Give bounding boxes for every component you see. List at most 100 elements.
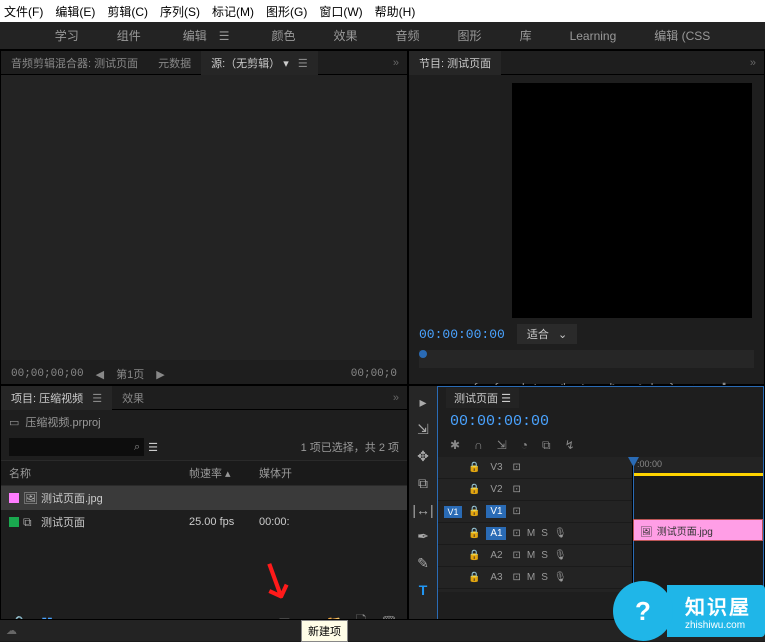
eye-icon[interactable]: ⊡ xyxy=(512,572,520,583)
track-v2[interactable]: 🔒V2⊡ xyxy=(438,479,632,501)
mic-icon[interactable]: 🎙 xyxy=(554,572,567,583)
lock-icon[interactable]: 🔒 xyxy=(468,484,480,495)
track-a2[interactable]: 🔒A2⊡MS🎙 xyxy=(438,545,632,567)
solo-button[interactable]: S xyxy=(541,572,548,583)
col-fps[interactable]: 帧速率 ▴ xyxy=(189,465,259,481)
menu-icon[interactable]: ☰ xyxy=(298,58,308,70)
source-dropdown-icon[interactable]: ▾ xyxy=(283,58,289,70)
selection-tool-icon[interactable]: ▸ xyxy=(419,394,426,411)
eye-icon[interactable]: ⊡ xyxy=(512,506,520,517)
zoom-fit[interactable]: 适合 ⌄ xyxy=(517,324,577,344)
page-next-icon[interactable]: ▶ xyxy=(156,368,164,381)
track-headers: 🔒V3⊡ 🔒V2⊡ V1🔒V1⊡ 🔒A1⊡MS🎙 🔒A2⊡MS🎙 🔒A3⊡MS🎙 xyxy=(438,457,633,592)
tab-project[interactable]: 项目: 压缩视频 ☰ xyxy=(1,386,112,410)
tab-source[interactable]: 源:（无剪辑） ▾ ☰ xyxy=(201,51,318,75)
ws-learn[interactable]: 学习 xyxy=(51,27,83,44)
track-v3[interactable]: 🔒V3⊡ xyxy=(438,457,632,479)
track-select-tool-icon[interactable]: ⇲ xyxy=(417,421,429,438)
mute-button[interactable]: M xyxy=(527,528,535,539)
playhead-icon[interactable] xyxy=(419,350,427,358)
page-prev-icon[interactable]: ◀ xyxy=(96,368,104,381)
table-row[interactable]: 🖼 测试页面.jpg xyxy=(1,486,407,510)
wrench-icon[interactable]: ↯ xyxy=(565,438,575,453)
razor-tool-icon[interactable]: ⧉ xyxy=(418,475,428,492)
ws-libraries[interactable]: 库 xyxy=(516,27,536,44)
track-a1[interactable]: 🔒A1⊡MS🎙 xyxy=(438,523,632,545)
work-area-bar[interactable] xyxy=(633,473,763,476)
lock-icon[interactable]: 🔒 xyxy=(468,550,480,561)
menu-graphics[interactable]: 图形(G) xyxy=(266,3,307,20)
col-media[interactable]: 媒体开 xyxy=(259,465,399,481)
ripple-tool-icon[interactable]: ✥ xyxy=(417,448,429,465)
tab-effects[interactable]: 效果 xyxy=(112,386,154,410)
filter-icon[interactable]: ☰ xyxy=(148,441,158,454)
snap-icon[interactable]: ✱ xyxy=(450,438,460,453)
menu-window[interactable]: 窗口(W) xyxy=(319,3,362,20)
menu-edit[interactable]: 编辑(E) xyxy=(55,3,95,20)
source-tc-in[interactable]: 00;00;00;00 xyxy=(11,368,84,380)
menu-marker[interactable]: 标记(M) xyxy=(212,3,254,20)
menu-icon[interactable]: ☰ xyxy=(501,393,511,405)
panel-overflow-icon[interactable]: » xyxy=(385,57,407,69)
watermark-url: zhishiwu.com xyxy=(685,620,751,631)
track-v1[interactable]: V1🔒V1⊡ xyxy=(438,501,632,523)
col-name[interactable]: 名称 xyxy=(9,465,189,481)
project-file: 压缩视频.prproj xyxy=(25,414,100,430)
eye-icon[interactable]: ⊡ xyxy=(512,462,520,473)
insert-remove-icon[interactable]: ⧉ xyxy=(542,438,551,453)
tab-metadata[interactable]: 元数据 xyxy=(148,51,201,75)
mute-button[interactable]: M xyxy=(527,572,535,583)
menu-help[interactable]: 帮助(H) xyxy=(375,3,416,20)
program-tc[interactable]: 00:00:00:00 xyxy=(419,327,505,342)
eye-icon[interactable]: ⊡ xyxy=(512,550,520,561)
clip-item[interactable]: 🖼测试页面.jpg xyxy=(633,519,763,541)
hand-tool-icon[interactable]: ✎ xyxy=(417,555,429,572)
mute-button[interactable]: M xyxy=(527,550,535,561)
slip-tool-icon[interactable]: |↔| xyxy=(412,502,433,518)
ws-audio[interactable]: 音频 xyxy=(392,27,424,44)
search-icon[interactable]: ⌕ xyxy=(134,441,140,454)
menu-icon[interactable]: ☰ xyxy=(92,393,102,405)
tab-program[interactable]: 节目: 测试页面 xyxy=(409,51,501,75)
table-row[interactable]: ⧉ 测试页面 25.00 fps 00:00: xyxy=(1,510,407,534)
watermark: ? 知识屋 zhishiwu.com xyxy=(613,581,765,641)
panel-overflow-icon[interactable]: » xyxy=(742,57,764,69)
source-patch[interactable]: V1 xyxy=(444,506,462,518)
ws-editing-css[interactable]: 编辑 (CSS xyxy=(650,27,714,44)
type-tool-icon[interactable]: T xyxy=(419,582,428,598)
mic-icon[interactable]: 🎙 xyxy=(554,550,567,561)
cloud-icon: ☁ xyxy=(6,624,17,637)
track-a3[interactable]: 🔒A3⊡MS🎙 xyxy=(438,567,632,589)
lock-icon[interactable]: 🔒 xyxy=(468,462,480,473)
search-input[interactable] xyxy=(9,438,144,456)
ws-color[interactable]: 颜色 xyxy=(268,27,300,44)
pen-tool-icon[interactable]: ✒ xyxy=(417,528,429,545)
add-marker-icon[interactable]: ⇲ xyxy=(497,438,507,453)
sequence-tab[interactable]: 测试页面 ☰ xyxy=(446,388,519,408)
panel-overflow-icon[interactable]: » xyxy=(385,392,407,404)
lock-icon[interactable]: 🔒 xyxy=(468,572,480,583)
solo-button[interactable]: S xyxy=(541,528,548,539)
program-viewer[interactable] xyxy=(512,83,752,318)
eye-icon[interactable]: ⊡ xyxy=(512,528,520,539)
lock-icon[interactable]: 🔒 xyxy=(468,506,480,517)
mic-icon[interactable]: 🎙 xyxy=(554,528,567,539)
timeline-tracks[interactable]: :00:00 🖼测试页面.jpg xyxy=(633,457,763,592)
ws-effects[interactable]: 效果 xyxy=(330,27,362,44)
ws-graphics[interactable]: 图形 xyxy=(454,27,486,44)
ws-editing[interactable]: 编辑☰ xyxy=(175,27,238,44)
timeline-ruler[interactable]: :00:00 xyxy=(633,457,763,475)
tab-audio-mixer[interactable]: 音频剪辑混合器: 测试页面 xyxy=(1,51,148,75)
solo-button[interactable]: S xyxy=(541,550,548,561)
ws-assembly[interactable]: 组件 xyxy=(113,27,145,44)
ws-learning[interactable]: Learning xyxy=(566,29,621,43)
menu-file[interactable]: 文件(F) xyxy=(4,3,43,20)
lock-icon[interactable]: 🔒 xyxy=(468,528,480,539)
timeline-tc[interactable]: 00:00:00:00 xyxy=(450,413,549,430)
tl-settings-icon[interactable]: ◔ xyxy=(521,438,528,453)
eye-icon[interactable]: ⊡ xyxy=(512,484,520,495)
linked-selection-icon[interactable]: ∩ xyxy=(474,438,483,453)
menu-clip[interactable]: 剪辑(C) xyxy=(107,3,148,20)
menu-sequence[interactable]: 序列(S) xyxy=(160,3,200,20)
program-ruler[interactable] xyxy=(419,350,754,368)
